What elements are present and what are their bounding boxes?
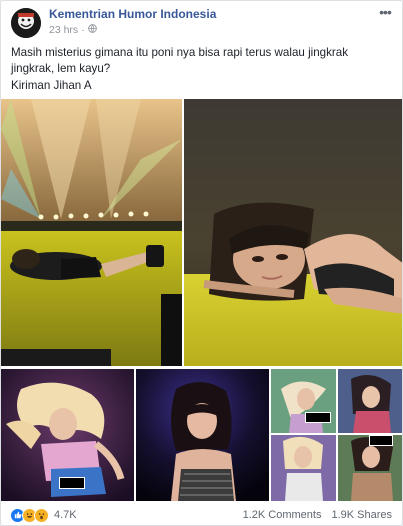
- post-card: Kementrian Humor Indonesia 23 hrs · ••• …: [0, 0, 403, 526]
- post-image-dancer-blonde[interactable]: [1, 369, 134, 501]
- reaction-count: 4.7K: [54, 509, 77, 521]
- post-meta: 23 hrs ·: [49, 24, 97, 36]
- meta-separator: ·: [81, 24, 85, 36]
- page-avatar[interactable]: [11, 8, 41, 38]
- globe-icon: [87, 24, 97, 36]
- censor-bar: [59, 477, 85, 489]
- post-text: Masih misterius gimana itu poni nya bisa…: [11, 46, 349, 75]
- more-options-icon[interactable]: •••: [376, 5, 394, 21]
- post-time[interactable]: 23 hrs: [49, 24, 78, 36]
- post-credit: Kiriman Jihan A: [11, 79, 92, 92]
- comments-count-link[interactable]: 1.2K Comments: [243, 509, 322, 521]
- censor-bar: [305, 412, 331, 423]
- post-stats: 1.2K Comments 1.9K Shares: [243, 509, 392, 521]
- post-image-collage[interactable]: [271, 369, 402, 501]
- post-image-dancer-dark[interactable]: [136, 369, 269, 501]
- shares-count-link[interactable]: 1.9K Shares: [331, 509, 392, 521]
- wow-icon: [34, 507, 49, 523]
- censor-bar: [369, 435, 393, 446]
- post-image-stage-wide[interactable]: [1, 99, 182, 366]
- reactions-summary[interactable]: 4.7K: [10, 506, 77, 524]
- page-name-link[interactable]: Kementrian Humor Indonesia: [49, 7, 216, 21]
- post-image-closeup[interactable]: [184, 99, 402, 366]
